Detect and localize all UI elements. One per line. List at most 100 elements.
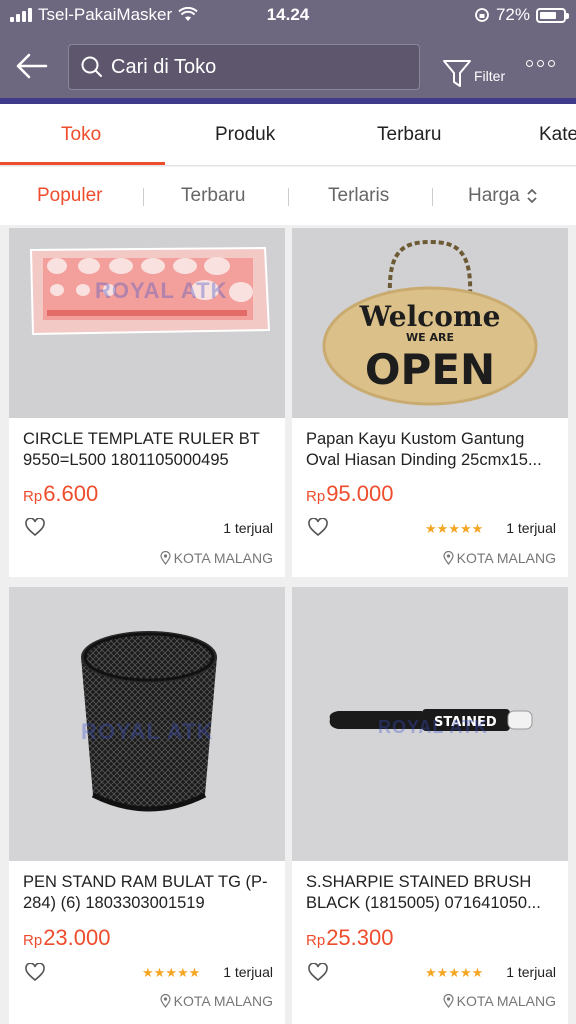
currency: Rp <box>306 488 326 505</box>
more-dot-icon <box>537 60 544 67</box>
price-value: 23.000 <box>43 925 111 950</box>
back-button[interactable] <box>14 48 54 84</box>
location-pin-icon <box>160 551 171 565</box>
location-text: KOTA MALANG <box>456 993 556 1009</box>
product-card[interactable]: Welcome WE ARE OPEN Papan Kayu Kustom Ga… <box>292 228 568 577</box>
product-name: Papan Kayu Kustom Gantung Oval Hiasan Di… <box>306 430 542 469</box>
filter-label: Filter <box>474 68 506 84</box>
filter-button[interactable]: Filter <box>442 44 505 90</box>
product-image: Welcome WE ARE OPEN <box>292 228 568 418</box>
battery-fill <box>540 11 556 19</box>
sort-populer[interactable]: Populer <box>37 185 103 207</box>
product-image: ROYAL ATK <box>9 587 285 861</box>
shop-tabs: Toko Produk Terbaru Kate <box>0 104 576 166</box>
star-icon: ★ <box>448 965 460 980</box>
price-value: 25.300 <box>326 925 394 950</box>
search-placeholder: Cari di Toko <box>111 55 217 78</box>
tab-produk[interactable]: Produk <box>215 124 275 146</box>
header: Cari di Toko Filter <box>0 34 576 98</box>
product-price: Rp95.000 <box>306 481 393 507</box>
product-image: STAINED ROYAL ATK <box>292 587 568 861</box>
sign-welcome-text: Welcome <box>359 300 501 333</box>
watermark: ROYAL ATK <box>95 278 228 303</box>
status-bar: Tsel-PakaiMasker 14.24 72% <box>0 0 576 32</box>
location-text: KOTA MALANG <box>173 993 273 1009</box>
currency: Rp <box>306 932 326 949</box>
sort-terlaris[interactable]: Terlaris <box>328 185 389 207</box>
shop-location: KOTA MALANG <box>443 993 556 1009</box>
rating-stars: ★★★★★ <box>425 965 483 981</box>
shop-location: KOTA MALANG <box>160 993 273 1009</box>
location-text: KOTA MALANG <box>173 550 273 566</box>
search-icon <box>81 56 102 77</box>
shop-location: KOTA MALANG <box>160 550 273 566</box>
sign-open-text: OPEN <box>365 345 495 394</box>
sold-count: 1 terjual <box>506 520 556 536</box>
currency: Rp <box>23 932 43 949</box>
star-icon: ★ <box>188 965 201 980</box>
sold-count: 1 terjual <box>223 520 273 536</box>
sort-updown-icon <box>527 188 537 204</box>
sort-terbaru[interactable]: Terbaru <box>181 185 245 207</box>
star-icon: ★ <box>436 521 449 536</box>
location-pin-icon <box>443 994 454 1008</box>
heart-icon[interactable] <box>25 518 45 536</box>
more-dot-icon <box>526 60 533 67</box>
star-icon: ★ <box>448 521 460 536</box>
sort-divider <box>143 188 144 206</box>
heart-icon[interactable] <box>308 518 328 536</box>
product-card[interactable]: ROYAL ATK PEN STAND RAM BULAT TG (P-284)… <box>9 587 285 1024</box>
star-icon: ★ <box>165 965 177 980</box>
battery-percent: 72% <box>495 5 530 24</box>
star-icon: ★ <box>153 965 166 980</box>
star-icon: ★ <box>425 521 437 536</box>
tab-terbaru[interactable]: Terbaru <box>377 124 441 146</box>
sort-divider <box>288 188 289 206</box>
star-icon: ★ <box>176 965 189 980</box>
currency: Rp <box>23 488 43 505</box>
heart-icon[interactable] <box>25 963 45 981</box>
price-value: 6.600 <box>43 481 99 506</box>
product-name: S.SHARPIE STAINED BRUSH BLACK (1815005) … <box>306 873 541 912</box>
product-card[interactable]: STAINED ROYAL ATK S.SHARPIE STAINED BRUS… <box>292 587 568 1024</box>
star-icon: ★ <box>459 965 472 980</box>
tab-kategori[interactable]: Kate <box>539 124 576 146</box>
sold-count: 1 terjual <box>506 964 556 980</box>
more-options-button[interactable] <box>526 60 555 67</box>
location-text: KOTA MALANG <box>456 550 556 566</box>
rating-stars: ★★★★★ <box>142 965 200 981</box>
star-icon: ★ <box>471 965 484 980</box>
star-icon: ★ <box>436 965 449 980</box>
sold-count: 1 terjual <box>223 964 273 980</box>
heart-icon[interactable] <box>308 963 328 981</box>
product-price: Rp25.300 <box>306 925 393 951</box>
product-price: Rp6.600 <box>23 481 98 507</box>
ruler-template-image <box>9 228 285 418</box>
battery-icon <box>536 7 569 23</box>
more-dot-icon <box>548 60 555 67</box>
star-icon: ★ <box>142 965 154 980</box>
product-name: CIRCLE TEMPLATE RULER BT 9550=L500 18011… <box>23 430 260 469</box>
tab-toko[interactable]: Toko <box>61 124 101 146</box>
product-image: ROYAL ATK <box>9 228 285 418</box>
product-name: PEN STAND RAM BULAT TG (P-284) (6) 18033… <box>23 873 268 912</box>
price-value: 95.000 <box>326 481 394 506</box>
watermark: ROYAL ATK <box>378 717 489 737</box>
filter-icon <box>443 60 471 87</box>
orientation-lock-icon <box>475 8 489 22</box>
product-card[interactable]: ROYAL ATK CIRCLE TEMPLATE RULER BT 9550=… <box>9 228 285 577</box>
active-tab-indicator <box>0 162 165 165</box>
sort-harga[interactable]: Harga <box>468 185 538 207</box>
arrow-left-icon <box>16 53 48 79</box>
shop-location: KOTA MALANG <box>443 550 556 566</box>
sort-bar: Populer Terbaru Terlaris Harga <box>0 167 576 225</box>
search-input[interactable]: Cari di Toko <box>68 44 420 90</box>
location-pin-icon <box>443 551 454 565</box>
star-icon: ★ <box>459 521 472 536</box>
star-icon: ★ <box>471 521 484 536</box>
star-icon: ★ <box>425 965 437 980</box>
product-price: Rp23.000 <box>23 925 110 951</box>
location-pin-icon <box>160 994 171 1008</box>
top-bar: Tsel-PakaiMasker 14.24 72% Cari di Toko … <box>0 0 576 104</box>
watermark: ROYAL ATK <box>81 719 214 744</box>
